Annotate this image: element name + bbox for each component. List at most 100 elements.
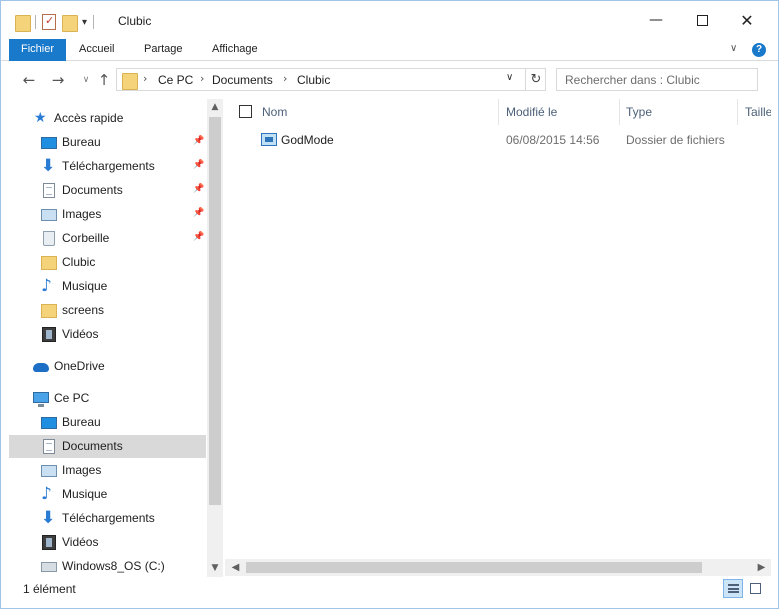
- nav-label: Bureau: [62, 415, 101, 429]
- music-icon: ♪: [41, 484, 52, 504]
- nav-label: Bureau: [62, 135, 101, 149]
- nav-pc-musique[interactable]: ♪ Musique: [9, 483, 206, 506]
- pin-icon[interactable]: 📌: [193, 208, 204, 218]
- tab-partage[interactable]: Partage: [144, 39, 183, 61]
- nav-label: Musique: [62, 279, 108, 293]
- folder-icon: [41, 304, 57, 318]
- expand-ribbon-icon[interactable]: ∨: [730, 43, 737, 54]
- search-input[interactable]: Rechercher dans : Clubic: [556, 68, 758, 91]
- video-icon: [42, 535, 56, 550]
- nav-pc-drive-c[interactable]: Windows8_OS (C:): [9, 555, 206, 577]
- download-icon: ⬇: [41, 508, 56, 528]
- help-icon[interactable]: ?: [752, 43, 766, 57]
- explorer-window: ▾ Clubic — ✕ Fichier Accueil Partage Aff…: [0, 0, 779, 609]
- file-list: ^ Nom Modifié le Type Taille GodMode 06/…: [225, 99, 771, 559]
- folder-icon: [41, 256, 57, 270]
- column-divider[interactable]: [737, 99, 738, 125]
- control-panel-folder-icon: [261, 133, 277, 146]
- scrollbar-thumb[interactable]: [209, 117, 221, 505]
- tab-affichage[interactable]: Affichage: [212, 39, 258, 61]
- toolbar-separator: [93, 15, 95, 29]
- nav-item-corbeille[interactable]: Corbeille 📌: [9, 227, 206, 250]
- nav-pc-documents[interactable]: Documents: [9, 435, 206, 458]
- forward-button[interactable]: →: [48, 70, 68, 90]
- file-modified: 06/08/2015 14:56: [506, 133, 600, 147]
- column-divider[interactable]: [619, 99, 620, 125]
- file-row[interactable]: GodMode 06/08/2015 14:56 Dossier de fich…: [225, 128, 771, 150]
- nav-pc-videos[interactable]: Vidéos: [9, 531, 206, 554]
- breadcrumb-documents[interactable]: Documents: [212, 73, 273, 87]
- nav-label: Téléchargements: [62, 159, 155, 173]
- column-divider[interactable]: [498, 99, 499, 125]
- nav-label: Téléchargements: [62, 511, 155, 525]
- nav-label: Images: [62, 207, 102, 221]
- tab-fichier[interactable]: Fichier: [9, 39, 66, 61]
- navigation-scrollbar[interactable]: ▲ ▼: [207, 99, 223, 577]
- picture-icon: [41, 465, 57, 477]
- breadcrumb-ce-pc[interactable]: Ce PC: [158, 73, 193, 87]
- nav-pc-telechargements[interactable]: ⬇ Téléchargements: [9, 507, 206, 530]
- close-button[interactable]: ✕: [724, 1, 770, 39]
- nav-item-musique[interactable]: ♪ Musique: [9, 275, 206, 298]
- nav-pc-bureau[interactable]: Bureau: [9, 411, 206, 434]
- nav-label: Vidéos: [62, 327, 99, 341]
- column-nom[interactable]: Nom: [262, 105, 287, 119]
- nav-onedrive[interactable]: OneDrive: [9, 355, 206, 378]
- toolbar-separator: [35, 15, 36, 29]
- address-bar[interactable]: › Ce PC › Documents › Clubic ∨ ↻: [116, 68, 546, 91]
- scrollbar-thumb[interactable]: [246, 562, 702, 573]
- breadcrumb-separator[interactable]: ›: [143, 72, 147, 85]
- properties-icon[interactable]: [42, 14, 56, 30]
- details-view-button[interactable]: [723, 579, 743, 598]
- nav-item-bureau[interactable]: Bureau 📌: [9, 131, 206, 154]
- nav-item-images[interactable]: Images 📌: [9, 203, 206, 226]
- drive-icon: [41, 562, 57, 572]
- cloud-icon: [33, 363, 49, 372]
- pin-icon[interactable]: 📌: [193, 160, 204, 170]
- nav-item-telechargements[interactable]: ⬇ Téléchargements 📌: [9, 155, 206, 178]
- nav-ce-pc[interactable]: Ce PC: [9, 387, 206, 410]
- breadcrumb-separator[interactable]: ›: [283, 72, 287, 85]
- column-header-row: ^ Nom Modifié le Type Taille: [225, 99, 771, 125]
- nav-item-screens[interactable]: screens: [9, 299, 206, 322]
- nav-pc-images[interactable]: Images: [9, 459, 206, 482]
- large-icons-view-button[interactable]: [745, 579, 765, 598]
- pin-icon[interactable]: 📌: [193, 136, 204, 146]
- pin-icon[interactable]: 📌: [193, 184, 204, 194]
- breadcrumb-clubic[interactable]: Clubic: [297, 73, 330, 87]
- minimize-button[interactable]: —: [633, 1, 679, 39]
- maximize-button[interactable]: [679, 1, 725, 39]
- nav-label: Windows8_OS (C:): [62, 559, 165, 573]
- nav-quick-access[interactable]: ★ Accès rapide: [9, 107, 206, 130]
- refresh-button[interactable]: ↻: [525, 69, 546, 90]
- column-modifie-le[interactable]: Modifié le: [506, 105, 557, 119]
- recycle-bin-icon: [43, 231, 55, 246]
- scroll-up-icon[interactable]: ▲: [207, 99, 223, 115]
- up-button[interactable]: ↑: [94, 70, 114, 90]
- music-icon: ♪: [41, 276, 52, 296]
- folder-icon[interactable]: [15, 14, 31, 32]
- nav-item-videos[interactable]: Vidéos: [9, 323, 206, 346]
- horizontal-scrollbar[interactable]: ◀ ▶: [225, 559, 771, 576]
- recent-locations-dropdown[interactable]: ∨: [76, 70, 96, 90]
- document-icon: [43, 183, 55, 198]
- scroll-right-icon[interactable]: ▶: [753, 559, 770, 576]
- maximize-icon: [696, 14, 708, 26]
- column-taille[interactable]: Taille: [745, 105, 771, 119]
- scroll-down-icon[interactable]: ▼: [207, 560, 223, 576]
- column-type[interactable]: Type: [626, 105, 652, 119]
- tab-accueil[interactable]: Accueil: [79, 39, 114, 61]
- breadcrumb-separator[interactable]: ›: [200, 72, 204, 85]
- back-button[interactable]: ←: [19, 70, 39, 90]
- new-folder-icon[interactable]: [62, 14, 78, 32]
- pin-icon[interactable]: 📌: [193, 232, 204, 242]
- video-icon: [42, 327, 56, 342]
- picture-icon: [41, 209, 57, 221]
- customize-toolbar-dropdown-icon[interactable]: ▾: [82, 17, 87, 28]
- nav-item-documents[interactable]: Documents 📌: [9, 179, 206, 202]
- select-all-checkbox[interactable]: [239, 105, 252, 118]
- scroll-left-icon[interactable]: ◀: [227, 559, 244, 576]
- nav-item-clubic[interactable]: Clubic: [9, 251, 206, 274]
- nav-label: Musique: [62, 487, 108, 501]
- address-dropdown-icon[interactable]: ∨: [506, 72, 513, 83]
